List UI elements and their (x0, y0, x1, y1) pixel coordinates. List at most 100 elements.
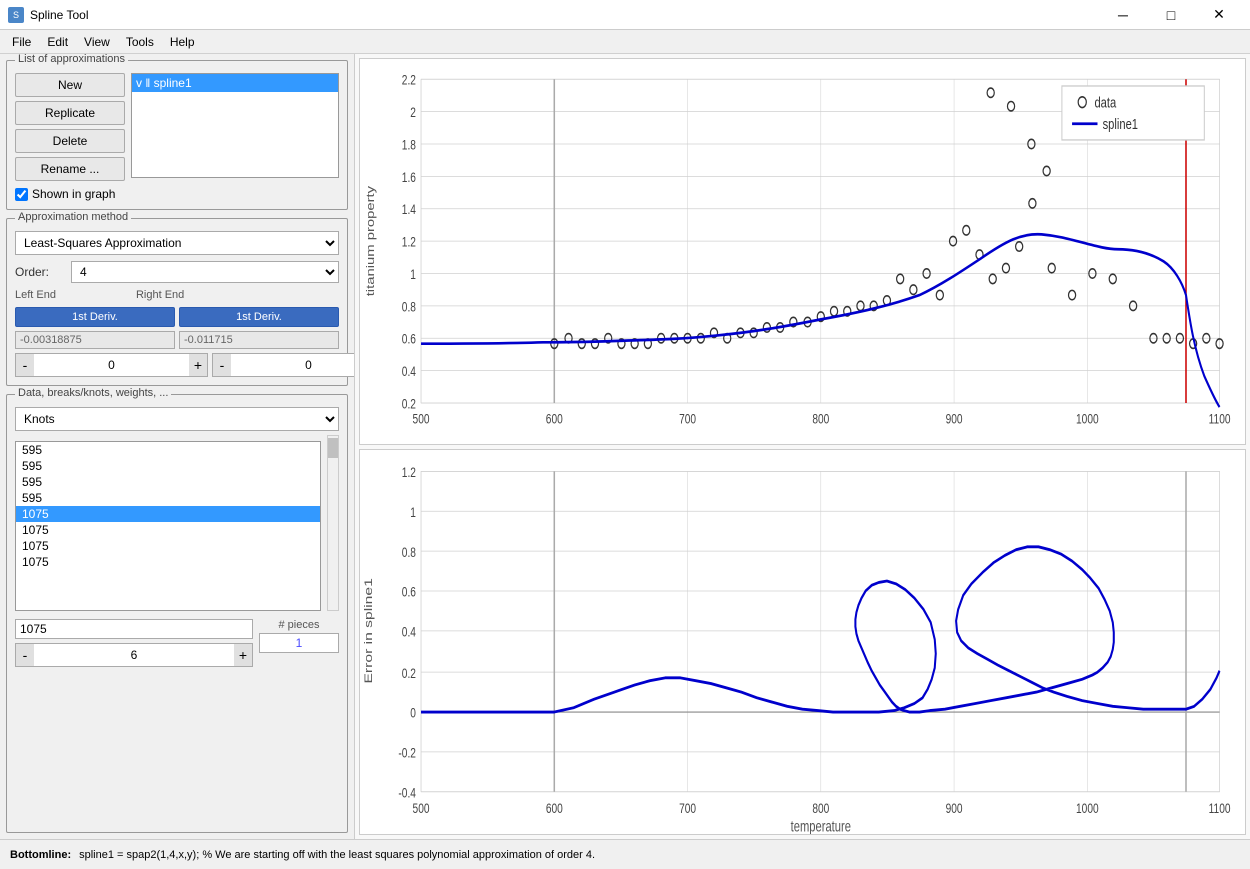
svg-text:2.2: 2.2 (402, 72, 416, 88)
knot-item-5[interactable]: 1075 (16, 522, 320, 538)
replicate-button[interactable]: Replicate (15, 101, 125, 125)
data-type-select[interactable]: Knots Data Weights Breaks (15, 407, 339, 431)
new-button[interactable]: New (15, 73, 125, 97)
svg-text:1000: 1000 (1076, 800, 1099, 816)
close-button[interactable]: ✕ (1196, 0, 1242, 30)
maximize-button[interactable]: □ (1148, 0, 1194, 30)
svg-text:1.2: 1.2 (402, 464, 416, 480)
svg-text:1.2: 1.2 (402, 234, 416, 250)
svg-text:0.6: 0.6 (402, 584, 416, 600)
svg-text:1100: 1100 (1209, 411, 1231, 427)
statusbar-text: spline1 = spap2(1,4,x,y); % We are start… (79, 849, 595, 861)
rename-button[interactable]: Rename ... (15, 157, 125, 181)
svg-text:500: 500 (413, 800, 430, 816)
approx-listbox[interactable]: v ‖ spline1 (131, 73, 339, 178)
order-select[interactable]: 4 (71, 261, 339, 283)
knot-item-4[interactable]: 1075 (16, 506, 320, 522)
knot-edit-input[interactable] (15, 619, 253, 639)
pieces-label: # pieces (259, 619, 339, 631)
method-select[interactable]: Least-Squares Approximation Cubic Spline… (15, 231, 339, 255)
right-end-label: Right End (136, 289, 184, 301)
svg-text:700: 700 (679, 800, 696, 816)
app-icon: S (8, 7, 24, 23)
knot-item-1[interactable]: 595 (16, 458, 320, 474)
right-stepper[interactable]: - + (212, 353, 355, 377)
menubar: File Edit View Tools Help (0, 30, 1250, 54)
left-deriv-button[interactable]: 1st Deriv. (15, 307, 175, 327)
svg-text:0.4: 0.4 (402, 364, 416, 380)
pieces-right: # pieces 1 (259, 619, 339, 653)
svg-text:0.2: 0.2 (402, 396, 416, 412)
knot-item-6[interactable]: 1075 (16, 538, 320, 554)
statusbar: Bottomline: spline1 = spap2(1,4,x,y); % … (0, 839, 1250, 869)
titlebar: S Spline Tool ─ □ ✕ (0, 0, 1250, 30)
right-stepper-input[interactable] (231, 358, 355, 372)
left-stepper-minus[interactable]: - (16, 354, 34, 376)
shown-in-graph-label: Shown in graph (32, 187, 115, 201)
titlebar-left: S Spline Tool (8, 7, 89, 23)
approx-list-container: New Replicate Delete Rename ... v ‖ spli… (15, 73, 339, 181)
svg-text:600: 600 (546, 800, 563, 816)
knot-stepper-minus[interactable]: - (16, 644, 34, 666)
svg-text:600: 600 (546, 411, 563, 427)
method-group-title: Approximation method (15, 211, 131, 223)
data-group-title: Data, breaks/knots, weights, ... (15, 387, 171, 399)
knot-stepper-input[interactable] (34, 648, 234, 662)
order-label: Order: (15, 265, 65, 279)
svg-text:700: 700 (679, 411, 696, 427)
svg-text:titanium property: titanium property (364, 185, 377, 296)
knot-stepper-plus[interactable]: + (234, 644, 252, 666)
menu-edit[interactable]: Edit (39, 30, 76, 53)
svg-text:1: 1 (410, 266, 416, 282)
svg-text:spline1: spline1 (1103, 116, 1138, 133)
svg-text:1100: 1100 (1209, 800, 1231, 816)
approx-list-item[interactable]: v ‖ spline1 (132, 74, 338, 92)
statusbar-label: Bottomline: (10, 849, 71, 861)
menu-view[interactable]: View (76, 30, 118, 53)
svg-text:1000: 1000 (1076, 411, 1099, 427)
minimize-button[interactable]: ─ (1100, 0, 1146, 30)
approx-group: List of approximations New Replicate Del… (6, 60, 348, 210)
shown-in-graph-checkbox[interactable] (15, 188, 28, 201)
menu-help[interactable]: Help (162, 30, 203, 53)
knot-item-7[interactable]: 1075 (16, 554, 320, 570)
knot-item-2[interactable]: 595 (16, 474, 320, 490)
approx-group-title: List of approximations (15, 54, 128, 65)
data-group: Data, breaks/knots, weights, ... Knots D… (6, 394, 348, 833)
svg-text:-0.4: -0.4 (398, 784, 416, 800)
method-group: Approximation method Least-Squares Appro… (6, 218, 348, 386)
knot-stepper[interactable]: - + (15, 643, 253, 667)
pieces-left: - + (15, 619, 253, 667)
svg-text:800: 800 (812, 800, 829, 816)
left-end-label: Left End (15, 289, 56, 301)
app-title: Spline Tool (30, 8, 89, 22)
svg-text:1: 1 (410, 504, 416, 520)
right-value-field: -0.011715 (179, 331, 339, 349)
delete-button[interactable]: Delete (15, 129, 125, 153)
svg-text:0.6: 0.6 (402, 331, 416, 347)
knot-item-0[interactable]: 595 (16, 442, 320, 458)
left-stepper-plus[interactable]: + (189, 354, 207, 376)
right-deriv-button[interactable]: 1st Deriv. (179, 307, 339, 327)
svg-text:800: 800 (812, 411, 829, 427)
left-stepper[interactable]: - + (15, 353, 208, 377)
svg-text:900: 900 (946, 411, 963, 427)
top-chart: 0.2 0.4 0.6 0.8 1 1.2 1.4 1.6 1.8 2 2.2 … (359, 58, 1246, 445)
svg-text:0.8: 0.8 (402, 544, 416, 560)
value-row: -0.00318875 -0.011715 (15, 331, 339, 349)
svg-text:1.8: 1.8 (402, 137, 416, 153)
top-chart-svg: 0.2 0.4 0.6 0.8 1 1.2 1.4 1.6 1.8 2 2.2 … (360, 59, 1245, 444)
svg-text:1.6: 1.6 (402, 169, 416, 185)
shown-in-graph-row: Shown in graph (15, 187, 339, 201)
knot-item-3[interactable]: 595 (16, 490, 320, 506)
data-listbox[interactable]: 595 595 595 595 1075 1075 1075 1075 (15, 441, 321, 611)
right-stepper-minus[interactable]: - (213, 354, 231, 376)
menu-file[interactable]: File (4, 30, 39, 53)
approx-buttons: New Replicate Delete Rename ... (15, 73, 125, 181)
pieces-value: 1 (259, 633, 339, 653)
svg-text:-0.2: -0.2 (398, 744, 416, 760)
menu-tools[interactable]: Tools (118, 30, 162, 53)
left-stepper-input[interactable] (34, 358, 189, 372)
order-row: Order: 4 (15, 261, 339, 283)
svg-text:Error in spline1: Error in spline1 (362, 578, 374, 683)
